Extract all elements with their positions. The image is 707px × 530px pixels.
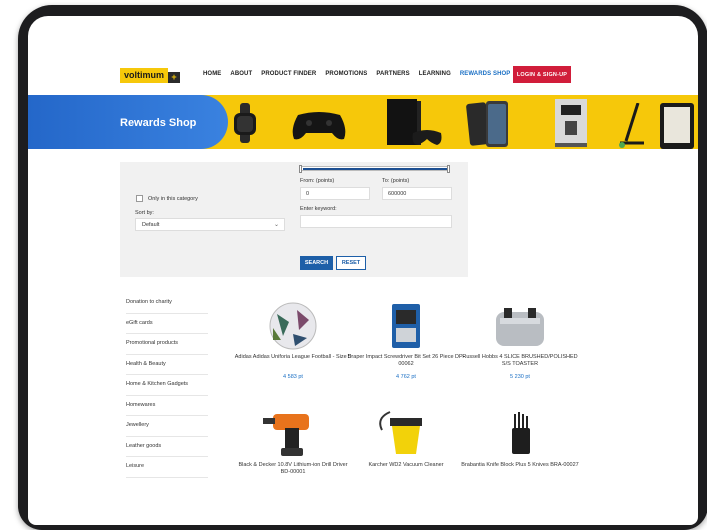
slider-min-handle[interactable] — [299, 165, 302, 173]
screwdriver-bit-set-image — [346, 300, 466, 350]
reset-button[interactable]: RESET — [336, 256, 366, 270]
main-nav: HOME ABOUT PRODUCT FINDER PROMOTIONS PAR… — [203, 71, 510, 77]
slider-fill — [303, 168, 447, 170]
only-category-checkbox[interactable] — [136, 195, 143, 202]
login-signup-button[interactable]: LOGIN & SIGN-UP — [513, 66, 571, 83]
product-card[interactable]: Draper Impact Screwdriver Bit Set 26 Pie… — [346, 300, 466, 380]
toaster-image — [460, 300, 580, 350]
product-name: Karcher WD2 Vacuum Cleaner — [368, 462, 444, 468]
smartphone-image — [466, 101, 508, 147]
slider-max-handle[interactable] — [447, 165, 450, 173]
points-range-slider[interactable] — [299, 165, 450, 173]
sidebar-item-donation[interactable]: Donation to charity — [126, 293, 208, 314]
nav-promotions[interactable]: PROMOTIONS — [325, 71, 367, 77]
product-price: 4 583 pt — [283, 374, 303, 380]
product-name: Russell Hobbs 4 SLICE BRUSHED/POLISHED S… — [462, 354, 578, 367]
nav-partners[interactable]: PARTNERS — [376, 71, 409, 77]
voltimum-logo[interactable]: voltimum + — [120, 68, 181, 83]
sidebar-item-egift[interactable]: eGift cards — [126, 314, 208, 334]
product-card[interactable]: Brabantia Knife Block Plus 5 Knives BRA-… — [460, 408, 580, 476]
keyword-label: Enter keyword: — [300, 206, 337, 212]
from-points-input[interactable]: 0 — [300, 187, 370, 200]
nav-learning[interactable]: LEARNING — [419, 71, 451, 77]
game-console-image — [387, 99, 442, 145]
sort-label: Sort by: — [135, 210, 154, 216]
nav-product-finder[interactable]: PRODUCT FINDER — [261, 71, 316, 77]
tablet-frame: voltimum + HOME ABOUT PRODUCT FINDER PRO… — [18, 5, 707, 530]
sidebar-item-jewellery[interactable]: Jewellery — [126, 416, 208, 437]
rewards-banner: Rewards Shop — [28, 95, 698, 149]
sidebar-item-leather[interactable]: Leather goods — [126, 437, 208, 457]
logo-plus-icon: + — [168, 72, 181, 83]
to-label: To: (points) — [382, 178, 410, 184]
game-controller-image — [292, 112, 346, 140]
product-card[interactable]: Adidas Adidas Uniforia League Football -… — [233, 300, 353, 380]
product-price: 4 762 pt — [396, 374, 416, 380]
logo-text: voltimum — [120, 68, 169, 83]
keyword-input[interactable] — [300, 215, 452, 228]
nav-home[interactable]: HOME — [203, 71, 221, 77]
product-price: 5 230 pt — [510, 374, 530, 380]
sidebar-item-homewares[interactable]: Homewares — [126, 396, 208, 416]
product-name: Draper Impact Screwdriver Bit Set 26 Pie… — [347, 354, 465, 367]
product-card[interactable]: Russell Hobbs 4 SLICE BRUSHED/POLISHED S… — [460, 300, 580, 380]
banner-title: Rewards Shop — [120, 117, 197, 129]
vacuum-cleaner-image — [346, 408, 466, 458]
sidebar-item-promotional[interactable]: Promotional products — [126, 334, 208, 355]
screen: voltimum + HOME ABOUT PRODUCT FINDER PRO… — [28, 16, 698, 525]
coffee-machine-image — [555, 99, 587, 147]
nav-rewards-shop[interactable]: REWARDS SHOP — [460, 71, 511, 77]
sort-select-value: Default — [142, 222, 160, 228]
drill-image — [233, 408, 353, 458]
smartwatch-image — [234, 103, 256, 143]
search-button[interactable]: SEARCH — [300, 256, 333, 270]
only-category-label: Only in this category — [148, 196, 198, 202]
ereader-image — [660, 103, 694, 149]
product-card[interactable]: Karcher WD2 Vacuum Cleaner — [346, 408, 466, 476]
nav-about[interactable]: ABOUT — [230, 71, 252, 77]
to-points-input[interactable]: 600000 — [382, 187, 452, 200]
sort-select[interactable]: Default ⌄ — [135, 218, 285, 231]
sidebar-item-health-beauty[interactable]: Health & Beauty — [126, 355, 208, 375]
sidebar-item-leisure[interactable]: Leisure — [126, 457, 208, 478]
product-name: Brabantia Knife Block Plus 5 Knives BRA-… — [461, 462, 579, 468]
filter-panel: Only in this category Sort by: Default ⌄… — [120, 162, 468, 277]
product-card[interactable]: Black & Decker 10.8V Lithium-ion Drill D… — [233, 408, 353, 476]
scooter-image — [619, 103, 644, 148]
knife-block-image — [460, 408, 580, 458]
chevron-down-icon: ⌄ — [273, 222, 279, 228]
category-sidebar: Donation to charity eGift cards Promotio… — [126, 293, 208, 478]
from-label: From: (points) — [300, 178, 335, 184]
sidebar-item-home-kitchen[interactable]: Home & Kitchen Gadgets — [126, 375, 208, 396]
football-image — [233, 300, 353, 350]
product-name: Black & Decker 10.8V Lithium-ion Drill D… — [238, 462, 348, 475]
product-name: Adidas Adidas Uniforia League Football -… — [234, 354, 352, 360]
